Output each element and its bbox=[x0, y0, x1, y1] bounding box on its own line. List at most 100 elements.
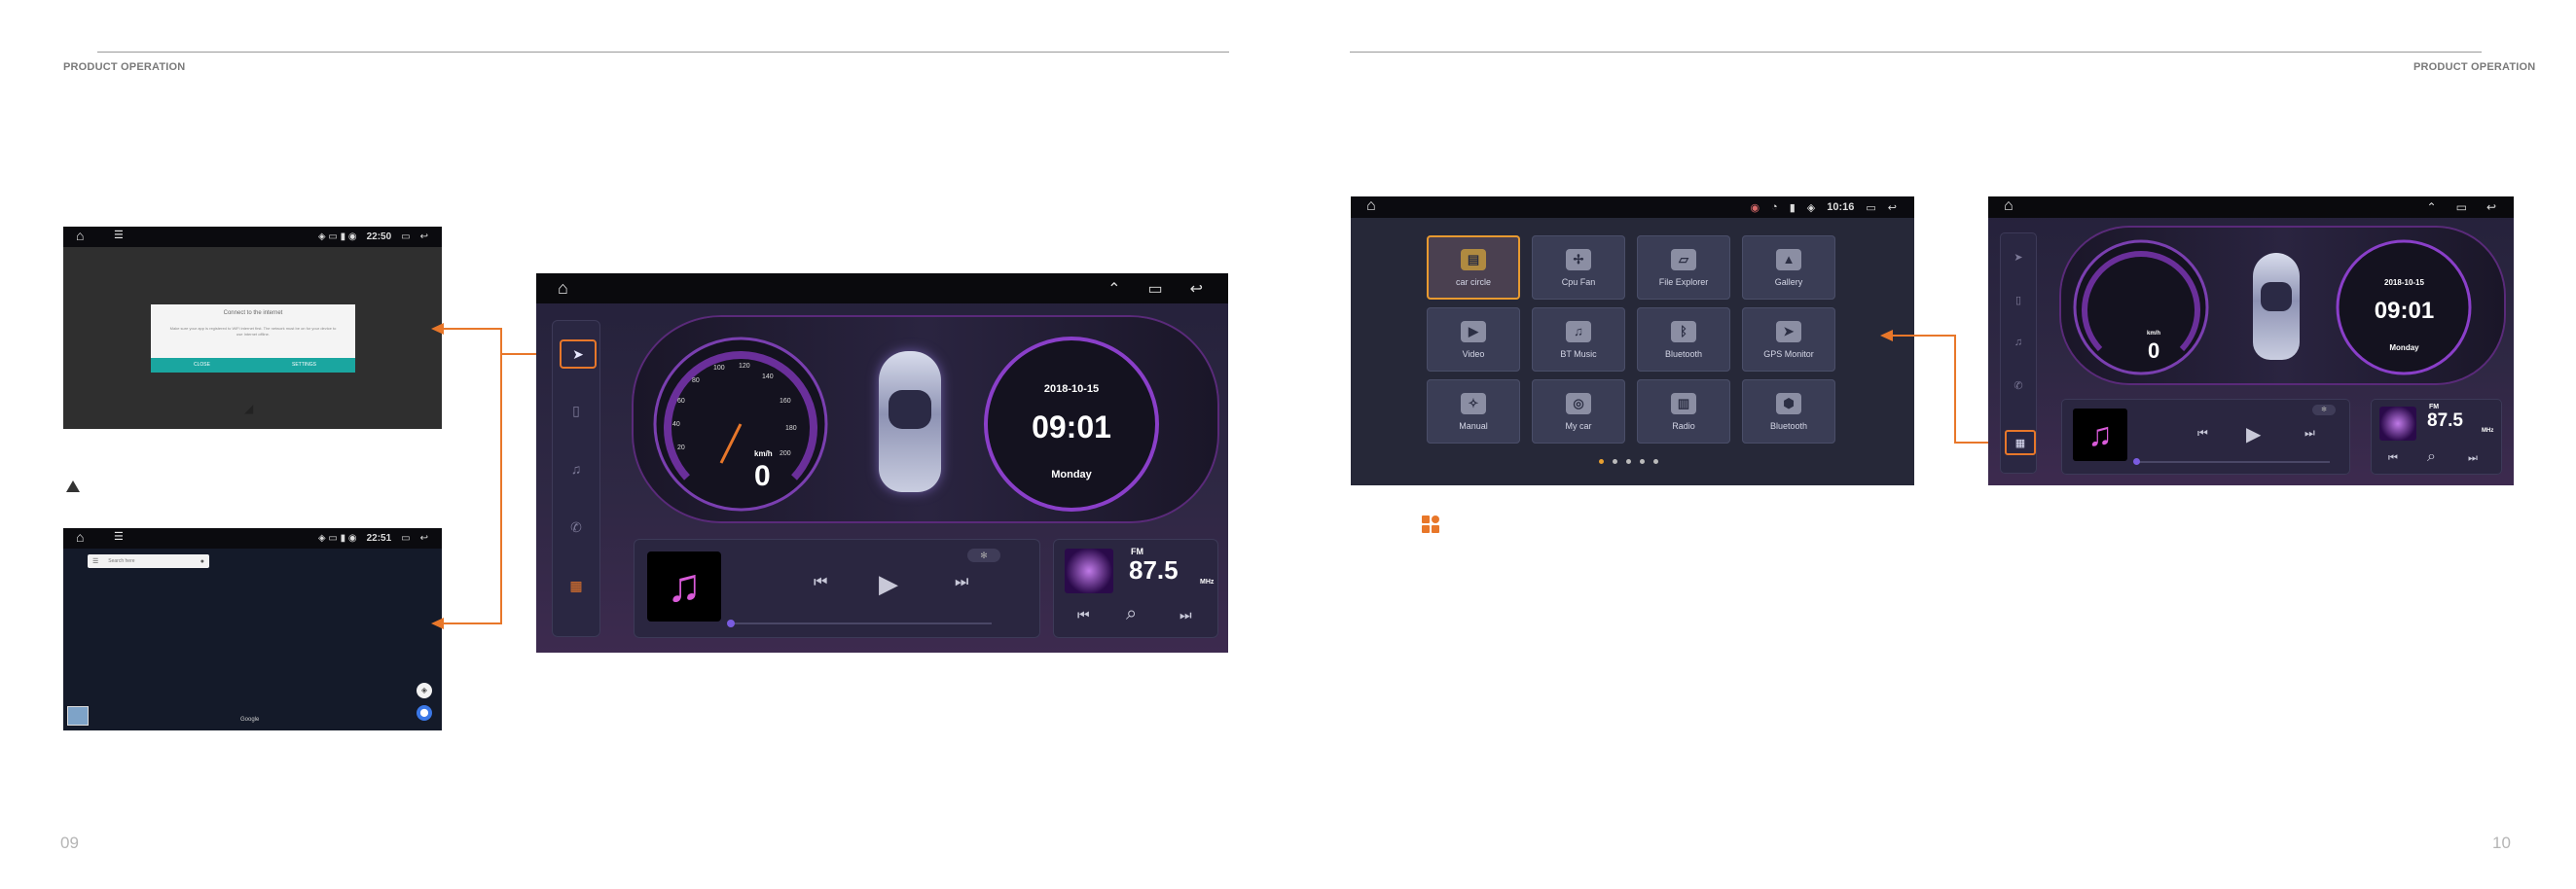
recent-apps-icon[interactable]: ▭ bbox=[1147, 279, 1162, 299]
internet-dialog: Connect to the internet Make sure your a… bbox=[151, 304, 355, 373]
page-number-left: 09 bbox=[60, 834, 79, 852]
app-tile[interactable]: ▶ Video bbox=[1427, 307, 1520, 372]
search-icon[interactable]: ⌕ bbox=[2427, 448, 2436, 466]
clock-time: 09:01 bbox=[2374, 298, 2435, 324]
app-label: File Explorer bbox=[1658, 276, 1709, 287]
back-icon[interactable]: ↩ bbox=[420, 533, 428, 544]
gauge-tick-label: 40 bbox=[672, 421, 680, 428]
previous-station-icon[interactable]: ⏮ bbox=[1077, 607, 1090, 623]
status-icons: ◈ ▭ ▮ ◉ bbox=[317, 533, 357, 544]
status-icons: ◈ ▭ ▮ ◉ bbox=[317, 231, 357, 242]
steering-icon: ◎ bbox=[1566, 392, 1591, 414]
app-tile[interactable]: ⬢ Bluetooth bbox=[1742, 379, 1835, 444]
apps-grid-icon[interactable]: ▦ bbox=[560, 573, 593, 598]
app-tile[interactable]: ♫ BT Music bbox=[1532, 307, 1625, 372]
navigation-icon: ➤ bbox=[1776, 320, 1801, 342]
previous-track-icon[interactable]: ⏮ bbox=[814, 574, 827, 591]
back-icon[interactable]: ↩ bbox=[1888, 201, 1897, 214]
app-tile[interactable]: ▲ Gallery bbox=[1742, 235, 1835, 300]
warning-triangle-icon bbox=[66, 480, 80, 492]
next-track-icon[interactable]: ⏭ bbox=[955, 574, 968, 591]
music-card[interactable]: ♫ ✻ ⏮ ▶ ⏭ bbox=[2061, 399, 2350, 475]
search-input[interactable]: Search here bbox=[108, 558, 200, 564]
search-icon[interactable]: ⌕ bbox=[1126, 603, 1137, 625]
menu-icon[interactable]: ☰ bbox=[114, 229, 124, 241]
page-dot[interactable] bbox=[1653, 459, 1658, 464]
progress-bar[interactable] bbox=[729, 622, 992, 624]
home-icon[interactable]: ⌂ bbox=[1366, 197, 1376, 215]
chevron-up-icon[interactable]: ⌃ bbox=[2427, 200, 2437, 214]
home-icon[interactable]: ⌂ bbox=[558, 278, 568, 299]
layers-button[interactable]: ◈ bbox=[417, 683, 432, 698]
day-text: Monday bbox=[2389, 343, 2419, 352]
mic-icon[interactable]: ● bbox=[200, 558, 204, 565]
menu-icon[interactable]: ☰ bbox=[92, 557, 98, 565]
album-art: ♫ bbox=[2073, 409, 2127, 461]
gauge-tick-label: 200 bbox=[780, 450, 791, 457]
speed-value: 0 bbox=[754, 460, 771, 492]
navigation-icon[interactable]: ➤ bbox=[560, 339, 597, 369]
radio-card[interactable]: FM 87.5 MHz ⏮ ⌕ ⏭ bbox=[2371, 399, 2502, 475]
progress-bar[interactable] bbox=[2135, 461, 2330, 463]
recent-apps-icon[interactable]: ▭ bbox=[401, 231, 410, 242]
phone-book-icon[interactable]: ▯ bbox=[2002, 287, 2035, 312]
bluetooth-icon: ᛒ bbox=[1671, 320, 1696, 342]
day-text: Monday bbox=[1051, 469, 1092, 480]
app-tile[interactable]: ✧ Manual bbox=[1427, 379, 1520, 444]
folder-icon: ▱ bbox=[1671, 248, 1696, 270]
next-track-icon[interactable]: ⏭ bbox=[2304, 426, 2315, 441]
recent-apps-icon[interactable]: ▭ bbox=[401, 533, 410, 544]
back-icon[interactable]: ↩ bbox=[420, 231, 428, 242]
music-card[interactable]: ♫ ✻ ⏮ ▶ ⏭ bbox=[634, 539, 1040, 638]
app-tile[interactable]: ▱ File Explorer bbox=[1637, 235, 1730, 300]
map-search-bar[interactable]: ☰ Search here ● bbox=[88, 554, 209, 568]
app-tile[interactable]: ▥ Radio bbox=[1637, 379, 1730, 444]
car-circle-icon: ▤ bbox=[1461, 248, 1486, 270]
home-icon[interactable]: ⌂ bbox=[2004, 197, 2014, 215]
page-dot-active[interactable] bbox=[1599, 459, 1604, 464]
recent-apps-icon[interactable]: ▭ bbox=[2456, 200, 2467, 214]
app-tile[interactable]: ◎ My car bbox=[1532, 379, 1625, 444]
play-icon[interactable]: ▶ bbox=[879, 569, 898, 599]
music-icon[interactable]: ♫ bbox=[2002, 330, 2035, 355]
progress-knob[interactable] bbox=[2133, 458, 2140, 465]
signal-icon: ◈ bbox=[1806, 201, 1816, 214]
previous-station-icon[interactable]: ⏮ bbox=[2388, 452, 2398, 465]
bluetooth-icon[interactable]: ✻ bbox=[967, 549, 1000, 562]
app-tile[interactable]: ᛒ Bluetooth bbox=[1637, 307, 1730, 372]
app-tile[interactable]: ➤ GPS Monitor bbox=[1742, 307, 1835, 372]
phone-icon[interactable]: ✆ bbox=[2002, 373, 2035, 398]
close-button[interactable]: CLOSE bbox=[151, 358, 253, 373]
bluetooth-icon[interactable]: ✻ bbox=[2312, 405, 2336, 415]
app-tile[interactable]: ▤ car circle bbox=[1427, 235, 1520, 300]
radio-card[interactable]: FM 87.5 MHz ⏮ ⌕ ⏭ bbox=[1053, 539, 1218, 638]
back-icon[interactable]: ↩ bbox=[2486, 200, 2496, 214]
back-icon[interactable]: ↩ bbox=[1190, 279, 1203, 299]
arrow-head bbox=[1880, 330, 1893, 341]
home-icon[interactable]: ⌂ bbox=[76, 228, 84, 243]
phone-icon[interactable]: ✆ bbox=[560, 515, 593, 540]
map-thumbnail[interactable] bbox=[67, 706, 89, 726]
apps-grid-icon[interactable]: ▦ bbox=[2005, 430, 2036, 455]
home-icon[interactable]: ⌂ bbox=[76, 529, 84, 545]
play-icon[interactable]: ▶ bbox=[2246, 422, 2261, 446]
music-icon: ♫ bbox=[1566, 320, 1591, 342]
app-label: car circle bbox=[1455, 276, 1491, 287]
next-station-icon[interactable]: ⏭ bbox=[2468, 452, 2478, 465]
app-tile[interactable]: ✢ Cpu Fan bbox=[1532, 235, 1625, 300]
settings-button[interactable]: SETTINGS bbox=[253, 358, 355, 373]
next-station-icon[interactable]: ⏭ bbox=[1179, 607, 1192, 623]
page-dot[interactable] bbox=[1613, 459, 1617, 464]
menu-icon[interactable]: ☰ bbox=[114, 530, 124, 543]
navigation-icon[interactable]: ➤ bbox=[2002, 244, 2035, 269]
phone-book-icon[interactable]: ▯ bbox=[560, 398, 593, 423]
fm-unit: MHz bbox=[1200, 579, 1215, 586]
page-dot[interactable] bbox=[1626, 459, 1631, 464]
progress-knob[interactable] bbox=[727, 620, 735, 627]
chevron-up-icon[interactable]: ⌃ bbox=[1107, 279, 1120, 299]
music-icon[interactable]: ♫ bbox=[560, 456, 593, 481]
recent-apps-icon[interactable]: ▭ bbox=[1866, 201, 1875, 214]
my-location-button[interactable]: ⬤ bbox=[417, 705, 432, 721]
page-dot[interactable] bbox=[1640, 459, 1645, 464]
previous-track-icon[interactable]: ⏮ bbox=[2197, 426, 2208, 441]
